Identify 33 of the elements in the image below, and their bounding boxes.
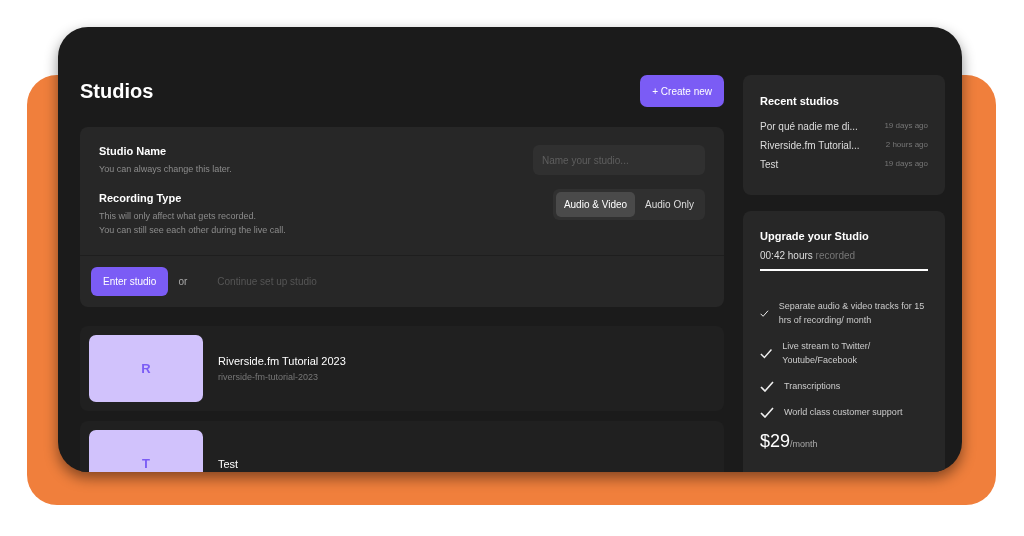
- recent-studio-item[interactable]: Test 19 days ago: [760, 159, 928, 170]
- check-icon: [760, 380, 774, 392]
- field-hint: You can always change this later.: [99, 163, 232, 176]
- toggle-option[interactable]: Audio & Video: [555, 192, 636, 217]
- studio-thumbnail: R: [89, 335, 203, 402]
- check-icon: [760, 406, 774, 418]
- field-label: Recording Type: [99, 192, 183, 204]
- studio-card[interactable]: T Test: [80, 421, 724, 472]
- field-hint: This will only affect what gets recorded.: [99, 210, 257, 223]
- create-new-button[interactable]: + Create new: [640, 75, 724, 107]
- toggle-option[interactable]: Audio Only: [637, 192, 702, 217]
- or-text: or: [178, 276, 188, 287]
- check-icon: [760, 347, 773, 359]
- field-label: Studio Name: [99, 145, 168, 157]
- feature-text: World class customer support: [784, 406, 903, 419]
- studio-card[interactable]: R Riverside.fm Tutorial 2023 riverside-fm-tutorial-2023: [80, 326, 724, 411]
- check-icon: [760, 307, 769, 319]
- studio-name: Riverside.fm Tutorial 2023: [218, 355, 346, 367]
- recent-studio-item[interactable]: Por qué nadie me di... 19 days ago: [760, 121, 928, 132]
- card-title: Recent studios: [760, 95, 840, 107]
- page-title: Studios: [80, 79, 154, 103]
- feature-text: Separate audio & video tracks for 15 hrs of recording/ month: [778, 300, 926, 327]
- studio-thumbnail: T: [89, 430, 203, 472]
- hours-recorded-text: 00:42 hours recorded: [760, 250, 857, 261]
- feature-text: Transcriptions: [784, 380, 841, 393]
- feature-text: Live stream to Twitter/ Youtube/Facebook: [782, 340, 872, 367]
- recent-studio-item[interactable]: Riverside.fm Tutorial... 2 hours ago: [760, 140, 928, 151]
- studio-name: Test: [218, 457, 239, 470]
- enter-studio-button[interactable]: Enter studio: [91, 267, 169, 296]
- field-hint: You can still see each other during the live call.: [99, 224, 286, 237]
- studio-slug: riverside-fm-tutorial-2023: [218, 372, 320, 382]
- card-title: Upgrade your Studio: [760, 230, 870, 242]
- price-text: $29/month: [760, 431, 819, 452]
